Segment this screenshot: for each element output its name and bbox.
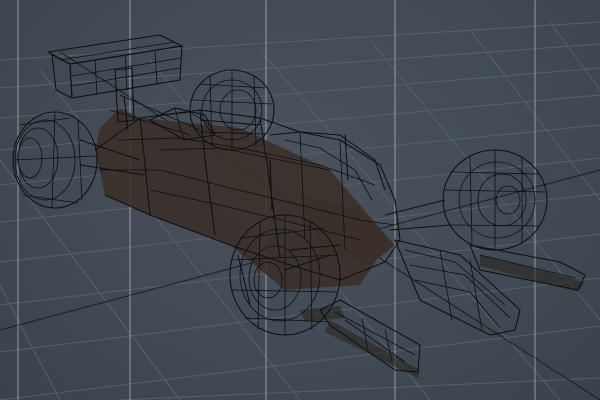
body-shading (95, 108, 395, 290)
wireframe-scene[interactable] (0, 0, 600, 400)
3d-viewport[interactable] (0, 0, 600, 400)
wheel-rear-left (12, 111, 98, 209)
wheel-front-right (442, 149, 548, 251)
